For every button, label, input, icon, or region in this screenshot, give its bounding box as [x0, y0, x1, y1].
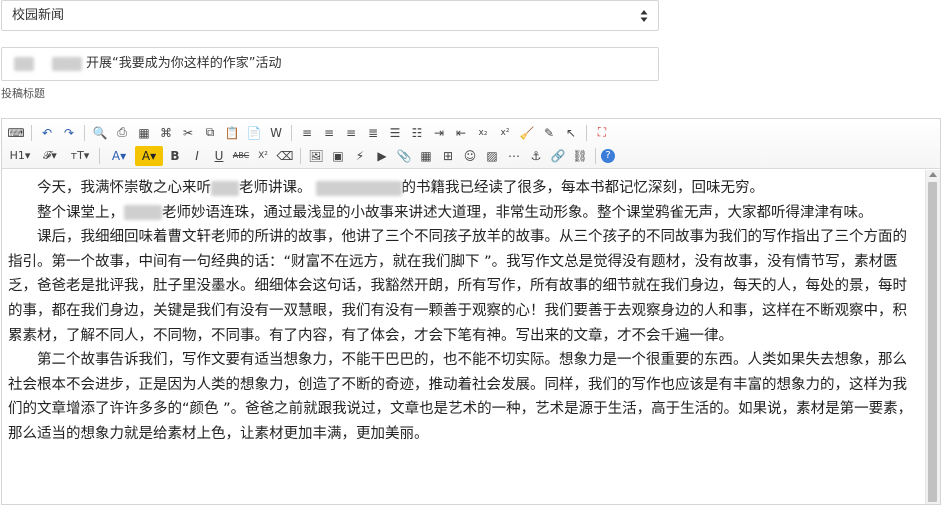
clear-format-icon[interactable]: 🧹 [517, 123, 537, 143]
title-label: 投稿标题 [1, 87, 45, 100]
image-icon[interactable]: 🖼 [306, 146, 326, 166]
title-input[interactable]: 开展“我要成为你这样的作家”活动 [1, 47, 659, 81]
toolbar-separator [31, 124, 32, 141]
paragraph: 课后，我细细回味着曹文轩老师的所讲的故事，他讲了三个不同孩子放羊的故事。从三个孩… [8, 229, 907, 344]
cut-icon[interactable]: ✂ [178, 123, 198, 143]
preview-icon[interactable]: 🔍 [90, 123, 110, 143]
table-icon[interactable]: ▦ [416, 146, 436, 166]
fullscreen-icon[interactable]: ⛶ [592, 123, 612, 143]
eraser-icon[interactable]: ⌫ [275, 146, 295, 166]
font-family-icon[interactable]: 𝓕▾ [36, 146, 64, 166]
flash-icon[interactable]: ⚡ [350, 146, 370, 166]
map-icon[interactable]: ▨ [482, 146, 502, 166]
rich-text-editor[interactable]: ⌨ ↶ ↷ 🔍 ⎙ ▦ ⌘ ✂ ⧉ 📋 📄 W ≡ ≡ ≡ ≣ ☰ ☷ ⇥ ⇤ x₂ x² 🧹 ✎ ↖ ⛶ H1▾ 𝓕▾ тT▾ A▾ A… [1, 118, 941, 505]
ordered-list-icon[interactable]: ☰ [385, 123, 405, 143]
select-arrows-icon [640, 10, 648, 22]
redacted-text [52, 56, 82, 71]
scroll-thumb[interactable] [928, 182, 937, 502]
font-color-icon[interactable]: A▾ [105, 146, 133, 166]
align-left-icon[interactable]: ≡ [297, 123, 317, 143]
title-input-value: 开展“我要成为你这样的作家”活动 [86, 56, 282, 71]
select-all-icon[interactable]: ✎ [539, 123, 559, 143]
redacted-text [124, 205, 162, 221]
toolbar-separator [586, 124, 587, 141]
superscript-2-icon[interactable]: X² [253, 146, 273, 166]
paragraph: 整个课堂上， 老师妙语连珠，通过最浅显的小故事来讲述大道理，非常生动形象。整个课堂… [8, 201, 920, 226]
undo-icon[interactable]: ↶ [37, 123, 57, 143]
heading-icon[interactable]: H1▾ [6, 146, 34, 166]
toolbar-row: H1▾ 𝓕▾ тT▾ A▾ A▾ B I U ABC X² ⌫ 🖼 ▣ ⚡ ▶ 📎 ▦ ⊞ ☺ ▨ ⋯ ⚓ 🔗 ⛓? [6, 144, 936, 167]
underline-icon[interactable]: U [209, 146, 229, 166]
pagebreak-icon[interactable]: ⋯ [504, 146, 524, 166]
code-icon[interactable]: ⌘ [156, 123, 176, 143]
paragraph-text: 整个课堂上， [37, 204, 124, 221]
scroll-up-arrow-icon[interactable] [929, 172, 937, 177]
unordered-list-icon[interactable]: ☷ [407, 123, 427, 143]
unlink-icon[interactable]: ⛓ [570, 146, 590, 166]
editor-toolbar: ⌨ ↶ ↷ 🔍 ⎙ ▦ ⌘ ✂ ⧉ 📋 📄 W ≡ ≡ ≡ ≣ ☰ ☷ ⇥ ⇤ x₂ x² 🧹 ✎ ↖ ⛶ H1▾ 𝓕▾ тT▾ A▾ A… [2, 119, 940, 169]
category-select[interactable]: 校园新闻 [1, 0, 659, 31]
redacted-text [14, 56, 34, 71]
template-icon[interactable]: ▦ [134, 123, 154, 143]
paragraph-text: 老师讲课。 [239, 180, 312, 196]
toolbar-separator [291, 124, 292, 141]
category-select-value: 校园新闻 [12, 8, 65, 23]
redacted-text [315, 180, 402, 196]
paragraph-text: 今天，我满怀崇敬之心来听 [37, 180, 211, 196]
paste-word-icon[interactable]: W [266, 123, 286, 143]
highlight-icon[interactable]: A▾ [135, 145, 163, 166]
copy-icon[interactable]: ⧉ [200, 123, 220, 143]
anchor-icon[interactable]: ⚓ [526, 146, 546, 166]
paragraph: 第二个故事告诉我们，写作文要有适当想象力，不能干巴巴的，也不能不切实际。想象力是… [8, 352, 913, 442]
strikethrough-icon[interactable]: ABC [231, 146, 251, 166]
toolbar-separator [99, 147, 100, 164]
cursor-icon[interactable]: ↖ [561, 123, 581, 143]
emoji-icon[interactable]: ☺ [460, 146, 480, 166]
paste-icon[interactable]: 📋 [222, 123, 242, 143]
toolbar-separator [300, 147, 301, 164]
paragraph: 今天，我满怀崇敬之心来听 老师讲课。 的书籍我已经读了很多，每本书都记忆深刻，回味无… [8, 176, 920, 201]
help-icon[interactable]: ? [601, 148, 615, 163]
vertical-scrollbar[interactable] [925, 170, 940, 504]
align-right-icon[interactable]: ≡ [341, 123, 361, 143]
source-icon[interactable]: ⌨ [6, 123, 26, 143]
outdent-icon[interactable]: ⇤ [451, 123, 471, 143]
align-justify-icon[interactable]: ≣ [363, 123, 383, 143]
align-center-icon[interactable]: ≡ [319, 123, 339, 143]
redacted-text [211, 180, 239, 196]
insert-row-icon[interactable]: ⊞ [438, 146, 458, 166]
paragraph-text: 的书籍我已经读了很多，每本书都记忆深刻，回味无穷。 [401, 180, 765, 196]
media-icon[interactable]: ▶ [372, 146, 392, 166]
paste-text-icon[interactable]: 📄 [244, 123, 264, 143]
print-icon[interactable]: ⎙ [112, 123, 132, 143]
font-size-icon[interactable]: тT▾ [66, 146, 94, 166]
italic-icon[interactable]: I [187, 146, 207, 166]
toolbar-row: ⌨ ↶ ↷ 🔍 ⎙ ▦ ⌘ ✂ ⧉ 📋 📄 W ≡ ≡ ≡ ≣ ☰ ☷ ⇥ ⇤ x₂ x² 🧹 ✎ ↖ ⛶ [6, 121, 936, 144]
paragraph-text: 老师妙语连珠，通过最浅显的小故事来讲述大道理，非常生动形象。整个课堂鸦雀无声，大… [162, 204, 873, 221]
attachment-icon[interactable]: 📎 [394, 146, 414, 166]
editor-content[interactable]: 今天，我满怀崇敬之心来听 老师讲课。 的书籍我已经读了很多，每本书都记忆深刻，回味无… [2, 170, 926, 504]
toolbar-separator [595, 147, 596, 164]
bold-icon[interactable]: B [165, 146, 185, 166]
subscript-icon[interactable]: x₂ [473, 123, 493, 143]
indent-icon[interactable]: ⇥ [429, 123, 449, 143]
toolbar-separator [84, 124, 85, 141]
multi-image-icon[interactable]: ▣ [328, 146, 348, 166]
link-icon[interactable]: 🔗 [548, 146, 568, 166]
redo-icon[interactable]: ↷ [59, 123, 79, 143]
superscript-icon[interactable]: x² [495, 123, 515, 143]
